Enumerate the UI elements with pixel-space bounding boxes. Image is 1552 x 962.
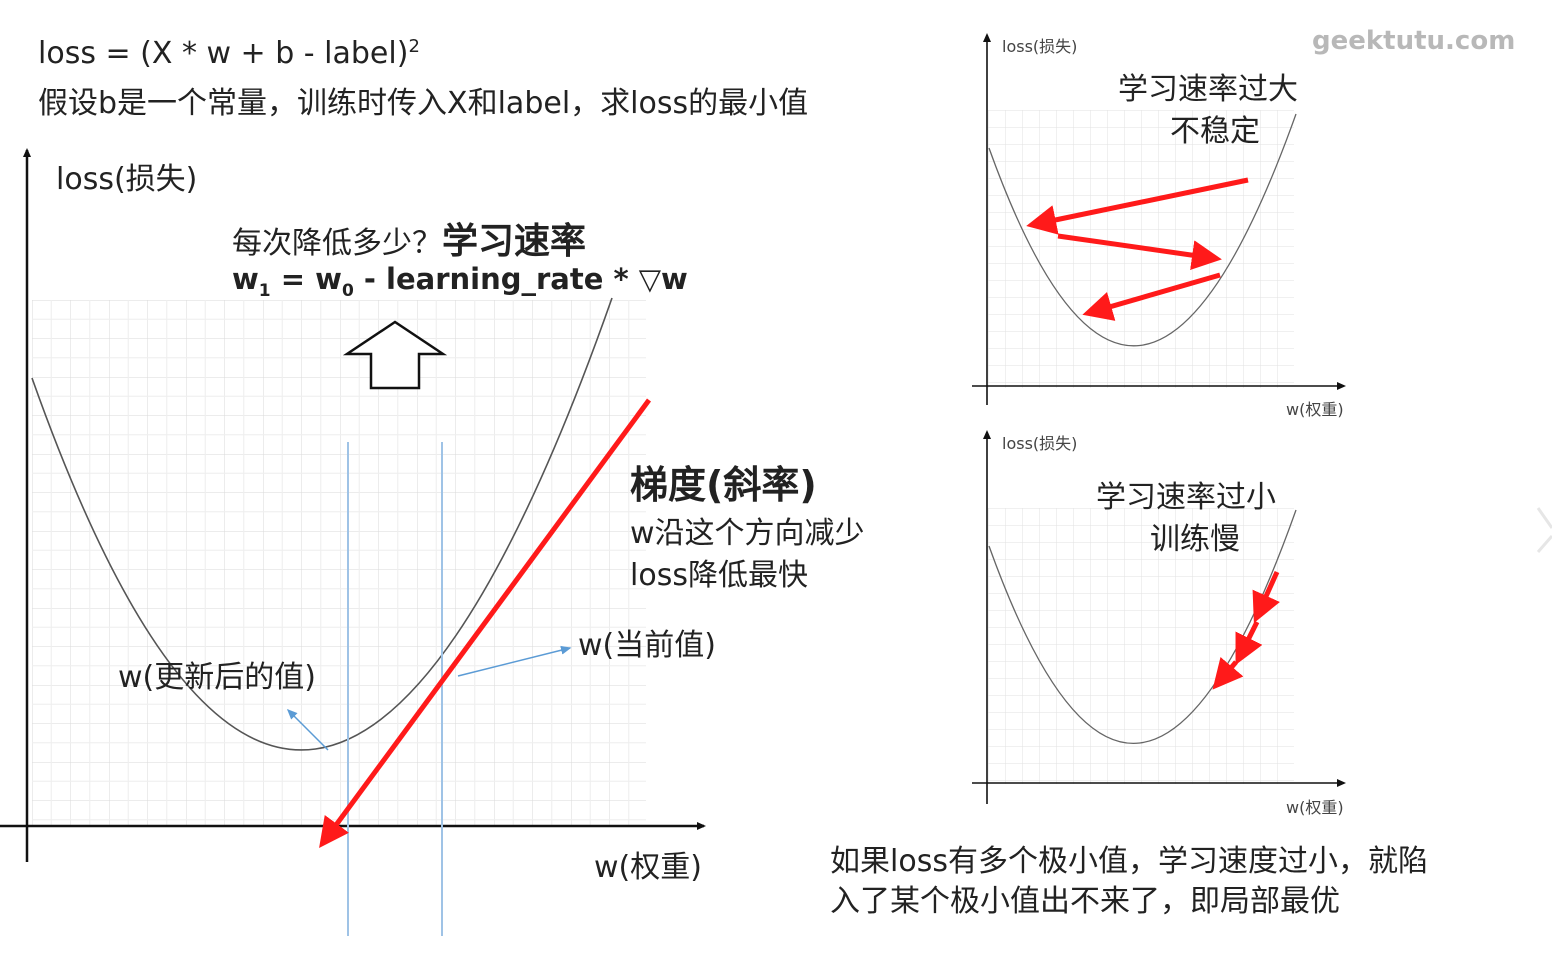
- formula-line-2: 假设b是一个常量，训练时传入X和label，求loss的最小值: [38, 86, 809, 121]
- update-rule: w1 = w0 - learning_rate * ▽w: [232, 262, 688, 301]
- main-grid: [32, 300, 646, 826]
- update-w0-sub: 0: [341, 280, 354, 301]
- note-line-2: 入了某个极小值出不来了，即局部最优: [830, 884, 1340, 919]
- main-x-label: w(权重): [594, 850, 702, 885]
- current-value-label: w(当前值): [578, 628, 716, 663]
- large-lr-title-2: 不稳定: [1170, 114, 1260, 149]
- next-chevron-icon[interactable]: [1536, 507, 1552, 553]
- gradient-title: 梯度(斜率): [630, 463, 817, 507]
- gradient-desc-1: w沿这个方向减少: [630, 516, 865, 551]
- updated-value-label: w(更新后的值): [118, 660, 316, 695]
- formula-text: loss = (X * w + b - label): [38, 36, 409, 71]
- gradient-desc-2: loss降低最快: [630, 558, 808, 593]
- learning-rate-question: 每次降低多少？学习速率: [232, 212, 586, 264]
- update-w1-sub: 1: [258, 280, 271, 301]
- note-line-1: 如果loss有多个极小值，学习速度过小，就陷: [830, 844, 1428, 879]
- main-y-label: loss(损失): [56, 162, 198, 197]
- watermark: geektutu.com: [1312, 26, 1516, 56]
- small-lr-title-1: 学习速率过小: [1096, 480, 1276, 515]
- formula-line-1: loss = (X * w + b - label)2: [38, 36, 420, 71]
- question-text: 每次降低多少？: [232, 226, 442, 261]
- update-w0: w: [315, 262, 342, 296]
- question-bold: 学习速率: [442, 221, 587, 262]
- update-rest: - learning_rate * ▽w: [353, 262, 688, 296]
- small-lr-y-label: loss(损失): [1002, 434, 1078, 453]
- update-eq: =: [270, 262, 316, 296]
- formula-exponent: 2: [408, 36, 420, 57]
- small-lr-x-label: w(权重): [1286, 798, 1344, 817]
- large-lr-x-label: w(权重): [1286, 400, 1344, 419]
- small-lr-title-2: 训练慢: [1150, 522, 1240, 557]
- large-lr-title-1: 学习速率过大: [1118, 72, 1298, 107]
- update-w1: w: [232, 262, 259, 296]
- large-lr-y-label: loss(损失): [1002, 37, 1078, 56]
